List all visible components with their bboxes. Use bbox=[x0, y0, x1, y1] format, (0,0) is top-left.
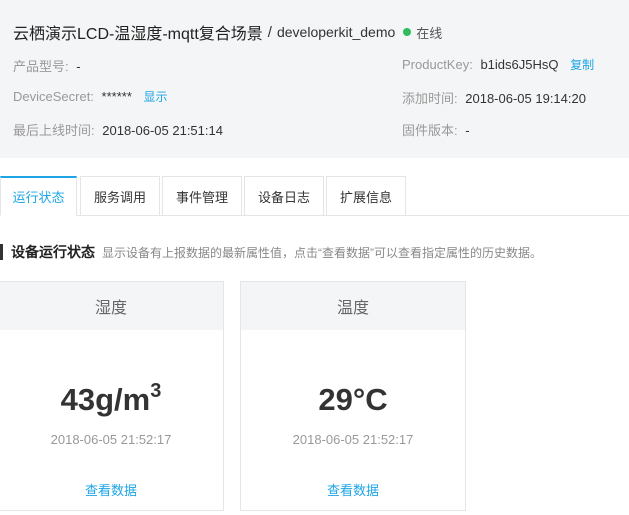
section-header: 设备运行状态 显示设备有上报数据的最新属性值，点击“查看数据”可以查看指定属性的… bbox=[0, 241, 542, 263]
online-status-dot-icon bbox=[403, 28, 412, 36]
show-secret-link[interactable]: 显示 bbox=[144, 90, 168, 104]
device-title-row: 云栖演示LCD-温湿度-mqtt复合场景 / developerkit_demo… bbox=[13, 20, 442, 44]
firmware-value: - bbox=[465, 123, 470, 138]
device-secret-label: DeviceSecret: bbox=[13, 89, 94, 104]
tab-extended-info[interactable]: 扩展信息 bbox=[326, 176, 406, 216]
last-online-label: 最后上线时间: bbox=[13, 123, 95, 138]
tab-device-log[interactable]: 设备日志 bbox=[244, 176, 324, 216]
added-time-label: 添加时间: bbox=[402, 91, 458, 106]
device-name: developerkit_demo bbox=[276, 24, 396, 40]
tab-service-call[interactable]: 服务调用 bbox=[80, 176, 160, 216]
device-secret-info: DeviceSecret: ****** 显示 bbox=[13, 88, 168, 105]
added-time-value: 2018-06-05 19:14:20 bbox=[465, 91, 586, 106]
tab-bar: 运行状态 服务调用 事件管理 设备日志 扩展信息 bbox=[0, 176, 629, 216]
property-value-text: 43g/m bbox=[60, 382, 151, 417]
section-description: 显示设备有上报数据的最新属性值，点击“查看数据”可以查看指定属性的历史数据。 bbox=[102, 245, 542, 260]
title-separator: / bbox=[267, 23, 272, 41]
section-title: 设备运行状态 bbox=[11, 244, 95, 260]
firmware-info: 固件版本: - bbox=[402, 120, 470, 139]
view-data-link[interactable]: 查看数据 bbox=[0, 480, 223, 499]
property-name: 温度 bbox=[241, 282, 465, 330]
property-timestamp: 2018-06-05 21:52:17 bbox=[50, 432, 172, 447]
section-marker bbox=[0, 244, 3, 260]
tab-event-management[interactable]: 事件管理 bbox=[162, 176, 242, 216]
added-time-info: 添加时间: 2018-06-05 19:14:20 bbox=[402, 88, 586, 107]
product-model-value: - bbox=[76, 59, 81, 74]
device-header: 云栖演示LCD-温湿度-mqtt复合场景 / developerkit_demo… bbox=[0, 0, 629, 158]
tab-run-status[interactable]: 运行状态 bbox=[0, 176, 77, 216]
property-card-temperature: 温度 29°C 2018-06-05 21:52:17 查看数据 bbox=[240, 281, 466, 511]
property-card-humidity: 湿度 43g/m3 2018-06-05 21:52:17 查看数据 bbox=[0, 281, 224, 511]
last-online-info: 最后上线时间: 2018-06-05 21:51:14 bbox=[13, 120, 223, 139]
property-value: 29°C bbox=[241, 382, 465, 418]
device-title: 云栖演示LCD-温湿度-mqtt复合场景 bbox=[13, 26, 263, 43]
property-value-superscript: 3 bbox=[150, 380, 162, 402]
device-status: 在线 bbox=[416, 25, 443, 41]
product-key-info: ProductKey: b1ids6J5HsQ 复制 bbox=[402, 56, 594, 73]
property-name: 湿度 bbox=[0, 282, 223, 330]
last-online-value: 2018-06-05 21:51:14 bbox=[102, 123, 223, 138]
property-value-text: 29°C bbox=[318, 382, 388, 417]
view-data-link[interactable]: 查看数据 bbox=[241, 480, 465, 499]
device-secret-value: ****** bbox=[101, 89, 132, 104]
product-model-label: 产品型号: bbox=[13, 59, 69, 74]
property-value: 43g/m3 bbox=[0, 380, 223, 418]
product-key-value: b1ids6J5HsQ bbox=[480, 57, 559, 72]
copy-product-key-link[interactable]: 复制 bbox=[570, 58, 594, 72]
property-timestamp: 2018-06-05 21:52:17 bbox=[292, 432, 414, 447]
product-key-label: ProductKey: bbox=[402, 57, 473, 72]
product-model-info: 产品型号: - bbox=[13, 56, 81, 75]
firmware-label: 固件版本: bbox=[402, 123, 458, 138]
